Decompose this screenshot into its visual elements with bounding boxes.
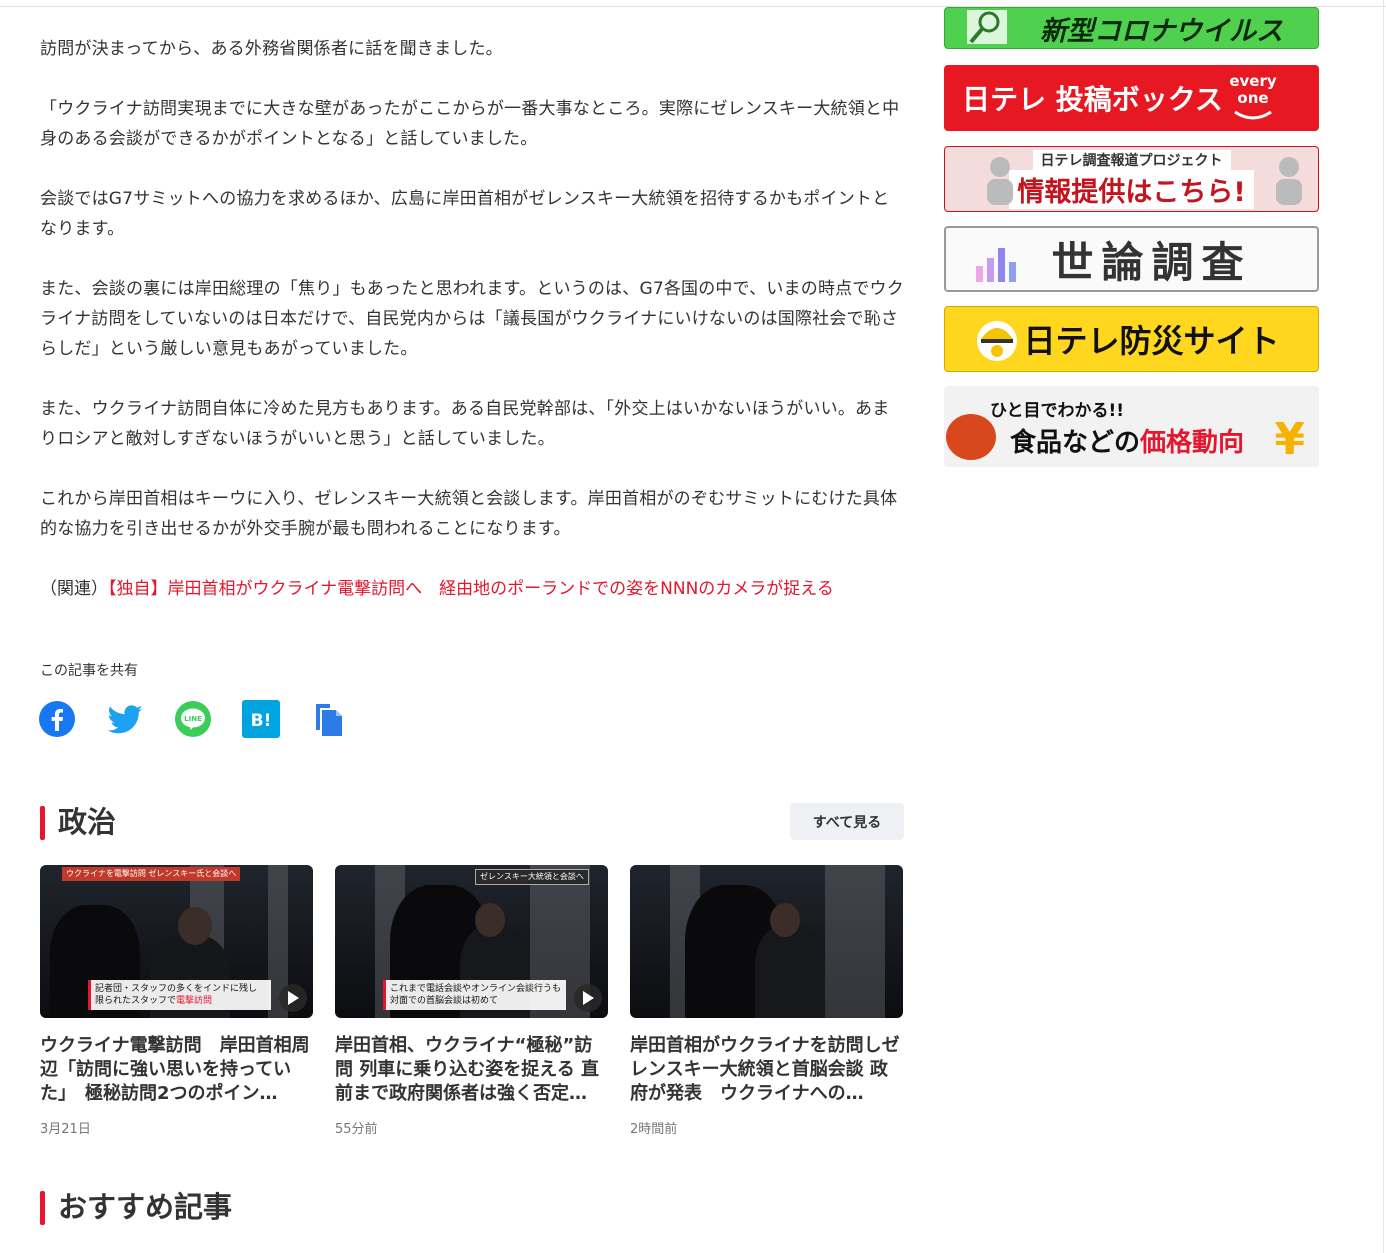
yen-icon: ¥	[1274, 414, 1305, 465]
poll-banner[interactable]: 世論調査	[944, 226, 1319, 292]
play-icon[interactable]	[574, 984, 602, 1012]
price-trend-banner[interactable]: ひと目でわかる!! 食品などの価格動向 ¥	[944, 386, 1319, 467]
thumbnail-tag: ウクライナを電撃訪問 ゼレンスキー氏と会談へ	[62, 867, 241, 881]
article-paragraph: これから岸田首相はキーウに入り、ゼレンスキー大統領と会談します。岸田首相がのぞむ…	[40, 489, 898, 539]
related-article-link[interactable]: 【独自】岸田首相がウクライナ電撃訪問へ 経由地のポーランドでの姿をNNNのカメラ…	[108, 579, 834, 599]
logo-text: one	[1237, 89, 1269, 107]
card-title[interactable]: 岸田首相、ウクライナ“極秘”訪問 列車に乗り込む姿を捉える 直前まで政府関係者は…	[335, 1034, 608, 1106]
every-one-logo: every one	[1215, 73, 1291, 121]
caption-line: 限られたスタッフで電撃訪問	[95, 995, 267, 1007]
card-title[interactable]: 岸田首相がウクライナを訪問しゼレンスキー大統領と首脳会談 政府が発表 ウクライナ…	[630, 1034, 903, 1106]
logo-text: every	[1229, 72, 1277, 90]
copy-icon[interactable]	[310, 700, 348, 738]
politics-section-header: 政治 すべて見る	[40, 800, 904, 844]
thumbnail-image[interactable]	[630, 865, 903, 1018]
bousai-banner[interactable]: 日テレ防災サイト	[944, 306, 1319, 372]
card-timestamp: 2時間前	[630, 1122, 678, 1137]
banner-label: 日テレ 投稿ボックス	[962, 83, 1223, 116]
banner-label: 情報提供はこちら!	[1009, 169, 1254, 209]
article-paragraph: また、会談の裏には岸田総理の「焦り」もあったと思われます。というのは、G7各国の…	[40, 279, 904, 359]
thumbnail-tag: ゼレンスキー大統領と会談へ	[475, 869, 589, 885]
banner-label: 世論調査	[1051, 237, 1252, 287]
banner-label-highlight: 価格動向	[1140, 428, 1245, 458]
share-label: この記事を共有	[40, 663, 138, 679]
banner-label: 日テレ防災サイト	[1023, 322, 1280, 360]
hatena-bookmark-icon[interactable]: B!	[242, 700, 280, 738]
section-accent-bar	[40, 1191, 45, 1225]
video-thumbnail[interactable]: ウクライナを電撃訪問 ゼレンスキー氏と会談へ 記者団・スタッフの多くをインドに残…	[40, 865, 313, 1018]
play-icon[interactable]	[279, 984, 307, 1012]
thumbnail-caption: 記者団・スタッフの多くをインドに残し 限られたスタッフで電撃訪問	[88, 980, 271, 1010]
related-prefix: （関連）	[40, 579, 108, 599]
video-thumbnail[interactable]: ゼレンスキー大統領と会談へ これまで電話会談やオンライン会談行うも 対面での首脳…	[335, 865, 608, 1018]
news-card[interactable]: ゼレンスキー大統領と会談へ これまで電話会談やオンライン会談行うも 対面での首脳…	[335, 865, 608, 1137]
info-provide-banner[interactable]: 日テレ調査報道プロジェクト 情報提供はこちら!	[944, 146, 1319, 212]
card-timestamp: 55分前	[335, 1122, 378, 1137]
caption-text: 対面での首脳会談は初めて	[390, 996, 499, 1006]
article-paragraph: 訪問が決まってから、ある外務省関係者に話を聞きました。	[40, 39, 503, 59]
section-title: おすすめ記事	[58, 1190, 233, 1224]
thumbnail-caption: これまで電話会談やオンライン会談行うも 対面での首脳会談は初めて	[383, 980, 566, 1010]
news-card[interactable]: 岸田首相がウクライナを訪問しゼレンスキー大統領と首脳会談 政府が発表 ウクライナ…	[630, 865, 903, 1137]
banner-sublabel: 日テレ調査報道プロジェクト	[1032, 149, 1231, 170]
bar-chart-icon	[976, 248, 1016, 282]
caption-text: 限られたスタッフで	[95, 996, 177, 1006]
line-icon-text: LINE	[184, 715, 202, 723]
card-title[interactable]: ウクライナ電撃訪問 岸田首相周辺「訪問に強い思いを持っていた」 極秘訪問2つのポ…	[40, 1034, 313, 1106]
see-all-button[interactable]: すべて見る	[790, 803, 904, 840]
section-accent-bar	[40, 806, 45, 840]
facebook-icon[interactable]	[38, 700, 76, 738]
article-body: 訪問が決まってから、ある外務省関係者に話を聞きました。 「ウクライナ訪問実現まで…	[40, 34, 904, 604]
caption-line: これまで電話会談やオンライン会談行うも	[390, 984, 562, 994]
caption-line: 対面での首脳会談は初めて	[390, 995, 562, 1007]
twitter-icon[interactable]	[106, 700, 144, 738]
tomato-icon	[946, 414, 996, 460]
line-icon[interactable]: LINE	[174, 700, 212, 738]
smile-icon	[1234, 110, 1272, 120]
person-silhouette-icon	[987, 157, 1013, 205]
caption-highlight: 電撃訪問	[176, 996, 213, 1006]
card-timestamp: 3月21日	[40, 1122, 91, 1137]
banner-label: 新型コロナウイルス	[1040, 15, 1283, 47]
share-buttons: LINE B!	[38, 700, 348, 738]
recommended-section-header: おすすめ記事	[40, 1185, 904, 1229]
helmet-icon	[977, 321, 1017, 361]
section-title: 政治	[58, 805, 117, 839]
magnifier-icon	[967, 10, 1007, 44]
hatena-icon-text: B!	[251, 711, 272, 731]
news-card[interactable]: ウクライナを電撃訪問 ゼレンスキー氏と会談へ 記者団・スタッフの多くをインドに残…	[40, 865, 313, 1137]
article-paragraph: また、ウクライナ訪問自体に冷めた見方もあります。ある自民党幹部は、「外交上はいか…	[40, 399, 890, 449]
toukou-box-banner[interactable]: 日テレ 投稿ボックス every one	[944, 65, 1319, 131]
article-paragraph: 会談ではG7サミットへの協力を求めるほか、広島に岸田首相がゼレンスキー大統領を招…	[40, 189, 890, 239]
related-article: （関連）【独自】岸田首相がウクライナ電撃訪問へ 経由地のポーランドでの姿をNNN…	[40, 574, 904, 604]
article-paragraph: 「ウクライナ訪問実現までに大きな壁があったがここからが一番大事なところ。実際にゼ…	[40, 99, 900, 149]
banner-label: 食品などの価格動向	[1010, 422, 1244, 459]
banner-sublabel: ひと目でわかる!!	[990, 401, 1124, 421]
covid-banner[interactable]: 新型コロナウイルス	[944, 7, 1319, 49]
banner-label-part: 食品などの	[1010, 428, 1141, 458]
person-silhouette-icon	[1276, 157, 1302, 205]
caption-line: 記者団・スタッフの多くをインドに残し	[95, 984, 258, 994]
politics-card-list: ウクライナを電撃訪問 ゼレンスキー氏と会談へ 記者団・スタッフの多くをインドに残…	[40, 865, 903, 1137]
window-edge	[1383, 0, 1384, 1253]
